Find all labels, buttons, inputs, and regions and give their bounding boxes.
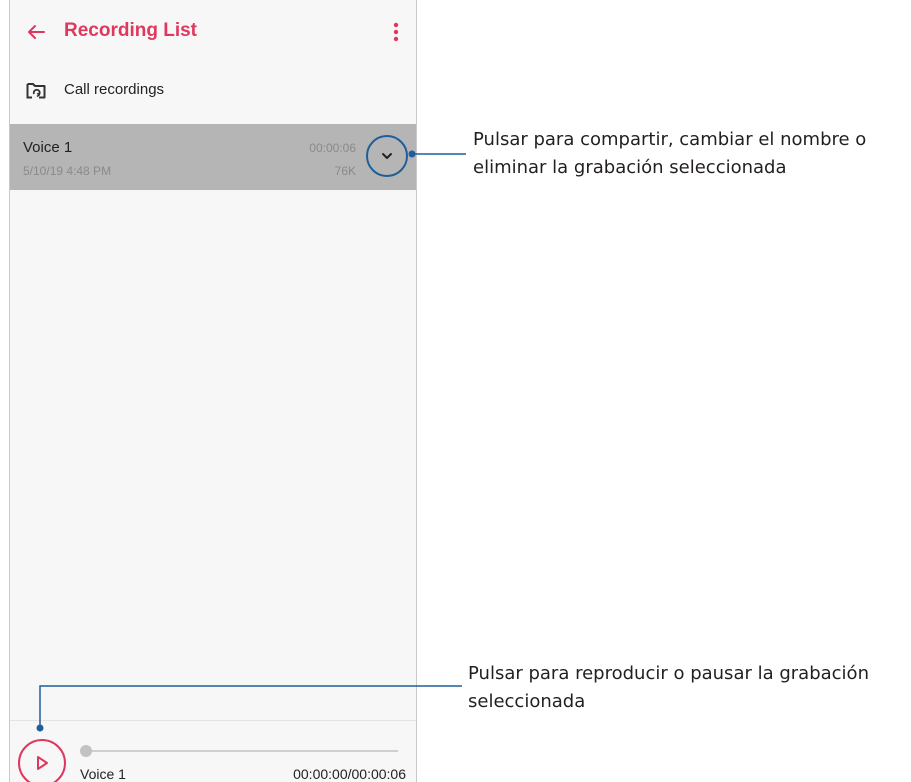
phone-screen: Recording List Call recordings Voice 1 5… xyxy=(9,0,417,782)
recording-size: 76K xyxy=(334,164,356,178)
player-track-name: Voice 1 xyxy=(80,766,126,782)
app-bar: Recording List xyxy=(10,0,416,66)
call-recordings-folder[interactable]: Call recordings xyxy=(10,70,416,112)
play-button[interactable] xyxy=(18,739,66,782)
back-button[interactable] xyxy=(24,20,48,44)
seek-track xyxy=(80,750,398,752)
recording-list-item[interactable]: Voice 1 5/10/19 4:48 PM 00:00:06 76K xyxy=(10,124,416,190)
recording-options-button[interactable] xyxy=(366,135,408,177)
chevron-down-icon xyxy=(382,153,392,159)
callout-play-text: Pulsar para reproducir o pausar la graba… xyxy=(468,660,869,716)
folder-label: Call recordings xyxy=(64,81,165,98)
callout-options-line2: eliminar la grabación seleccionada xyxy=(473,157,787,178)
seek-thumb[interactable] xyxy=(80,745,92,757)
recording-name: Voice 1 xyxy=(23,139,73,156)
player-bar: Voice 1 00:00:00/00:00:06 xyxy=(10,720,416,782)
recording-duration: 00:00:06 xyxy=(309,141,356,155)
play-icon xyxy=(37,756,48,770)
folder-sync-icon xyxy=(26,83,46,99)
arrow-left-icon xyxy=(28,25,45,39)
callout-play-line1: Pulsar para reproducir o pausar la graba… xyxy=(468,663,869,684)
callout-play-line2: seleccionada xyxy=(468,691,586,712)
seek-slider[interactable] xyxy=(80,743,398,759)
callout-options-line1: Pulsar para compartir, cambiar el nombre… xyxy=(473,129,867,150)
more-vertical-icon xyxy=(393,22,399,42)
recording-date: 5/10/19 4:48 PM xyxy=(23,164,112,178)
page-title: Recording List xyxy=(64,20,198,41)
player-time: 00:00:00/00:00:06 xyxy=(293,766,406,782)
callout-options-text: Pulsar para compartir, cambiar el nombre… xyxy=(473,126,866,182)
more-options-button[interactable] xyxy=(386,18,406,46)
